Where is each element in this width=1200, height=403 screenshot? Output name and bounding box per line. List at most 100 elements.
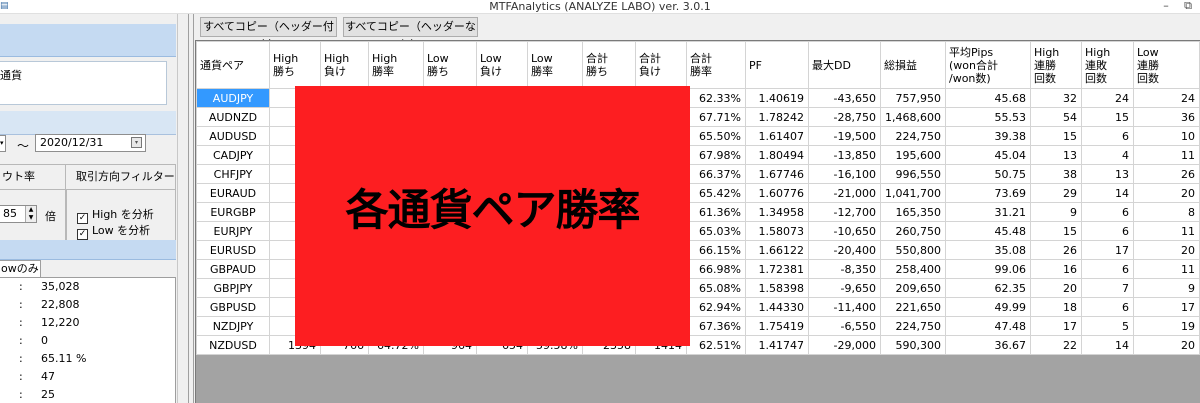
low-checkbox-row[interactable]: ✓ Low を分析 [77,224,150,240]
column-header[interactable]: 総損益 [880,41,946,89]
column-header[interactable]: 合計 負け [635,41,687,89]
column-header[interactable]: Low 負け [476,41,528,89]
panel-splitter[interactable] [177,14,187,403]
currency-pair-cell[interactable]: AUDJPY [196,88,270,108]
table-cell[interactable]: 49.99 [945,297,1031,317]
table-cell[interactable]: 15 [1081,107,1134,127]
table-cell[interactable]: 50.75 [945,164,1031,184]
table-cell[interactable]: 1.34958 [745,202,809,222]
column-header[interactable]: 平均Pips (won合計/won数) [945,41,1031,89]
table-cell[interactable]: 20 [1133,183,1200,203]
table-cell[interactable]: 14 [1081,335,1134,355]
table-cell[interactable]: 15 [1030,221,1082,241]
table-cell[interactable]: -20,400 [808,240,881,260]
table-cell[interactable]: 20 [1133,335,1200,355]
table-cell[interactable]: 5 [1081,316,1134,336]
table-cell[interactable]: 195,600 [880,145,946,165]
table-cell[interactable]: 1.58398 [745,278,809,298]
currency-list-box[interactable]: 通貨 [0,61,167,105]
table-cell[interactable]: 22 [1030,335,1082,355]
table-cell[interactable]: -12,700 [808,202,881,222]
column-header[interactable]: High 連敗 回数 [1081,41,1134,89]
copy-without-header-button[interactable]: すべてコピー（ヘッダーなし） [343,17,478,51]
table-cell[interactable]: 19 [1133,316,1200,336]
table-cell[interactable]: 66.98% [686,259,746,279]
table-cell[interactable]: 590,300 [880,335,946,355]
column-header[interactable]: Low 勝率 [527,41,583,89]
table-cell[interactable]: -10,650 [808,221,881,241]
currency-pair-cell[interactable]: CADJPY [196,145,270,165]
table-cell[interactable]: 14 [1081,183,1134,203]
table-cell[interactable]: 36 [1133,107,1200,127]
table-cell[interactable]: 8 [1133,202,1200,222]
table-cell[interactable]: 6 [1081,221,1134,241]
table-cell[interactable]: 15 [1030,126,1082,146]
table-cell[interactable]: 62.33% [686,88,746,108]
table-cell[interactable]: 67.71% [686,107,746,127]
column-header[interactable]: Low 連勝 回数 [1133,41,1200,89]
spinner-arrows-icon[interactable]: ▲ ▼ [25,206,36,222]
table-cell[interactable]: 1.78242 [745,107,809,127]
table-cell[interactable]: 260,750 [880,221,946,241]
column-header[interactable]: High 連勝 回数 [1030,41,1082,89]
table-cell[interactable]: -6,550 [808,316,881,336]
currency-pair-cell[interactable]: NZDJPY [196,316,270,336]
table-cell[interactable]: -29,000 [808,335,881,355]
table-cell[interactable]: 20 [1133,240,1200,260]
column-header[interactable]: PF [745,41,809,89]
column-header[interactable]: Low 勝ち [423,41,477,89]
table-cell[interactable]: 54 [1030,107,1082,127]
table-cell[interactable]: 73.69 [945,183,1031,203]
table-cell[interactable]: 7 [1081,278,1134,298]
table-cell[interactable]: 6 [1081,202,1134,222]
table-cell[interactable]: 65.42% [686,183,746,203]
table-cell[interactable]: 29 [1030,183,1082,203]
currency-pair-cell[interactable]: CHFJPY [196,164,270,184]
restore-icon[interactable]: ⧉ [1180,0,1196,14]
column-header[interactable]: 通貨ペア [196,41,270,89]
table-cell[interactable]: 45.48 [945,221,1031,241]
table-cell[interactable]: 31.21 [945,202,1031,222]
table-cell[interactable]: 38 [1030,164,1082,184]
calendar-icon[interactable]: ▾ [131,137,142,148]
table-cell[interactable]: 1,041,700 [880,183,946,203]
table-cell[interactable]: 11 [1133,259,1200,279]
table-cell[interactable]: -16,100 [808,164,881,184]
table-cell[interactable]: 65.03% [686,221,746,241]
table-cell[interactable]: 39.38 [945,126,1031,146]
table-cell[interactable]: 17 [1030,316,1082,336]
column-header[interactable]: High 負け [320,41,369,89]
table-cell[interactable]: 209,650 [880,278,946,298]
table-cell[interactable]: 17 [1133,297,1200,317]
table-cell[interactable]: 61.36% [686,202,746,222]
table-cell[interactable]: -19,500 [808,126,881,146]
table-cell[interactable]: 62.35 [945,278,1031,298]
table-cell[interactable]: 32 [1030,88,1082,108]
table-cell[interactable]: 11 [1133,145,1200,165]
table-cell[interactable]: 1.80494 [745,145,809,165]
table-cell[interactable]: 67.98% [686,145,746,165]
table-cell[interactable]: 18 [1030,297,1082,317]
table-cell[interactable]: 1.58073 [745,221,809,241]
column-header[interactable]: 最大DD [808,41,881,89]
table-cell[interactable]: 62.94% [686,297,746,317]
table-cell[interactable]: 45.04 [945,145,1031,165]
table-cell[interactable]: -9,650 [808,278,881,298]
column-header[interactable]: High 勝率 [368,41,424,89]
low-checkbox[interactable]: ✓ [77,229,88,240]
table-cell[interactable]: 66.15% [686,240,746,260]
high-checkbox[interactable]: ✓ [77,213,88,224]
column-header[interactable]: 合計 勝ち [582,41,636,89]
table-cell[interactable]: 1.61407 [745,126,809,146]
table-cell[interactable]: 65.08% [686,278,746,298]
table-cell[interactable]: 1.72381 [745,259,809,279]
table-cell[interactable]: 11 [1133,221,1200,241]
table-cell[interactable]: 16 [1030,259,1082,279]
table-cell[interactable]: 26 [1133,164,1200,184]
table-cell[interactable]: 6 [1081,259,1134,279]
table-cell[interactable]: 165,350 [880,202,946,222]
table-cell[interactable]: 224,750 [880,316,946,336]
table-cell[interactable]: 224,750 [880,126,946,146]
table-cell[interactable]: 996,550 [880,164,946,184]
table-cell[interactable]: -8,350 [808,259,881,279]
